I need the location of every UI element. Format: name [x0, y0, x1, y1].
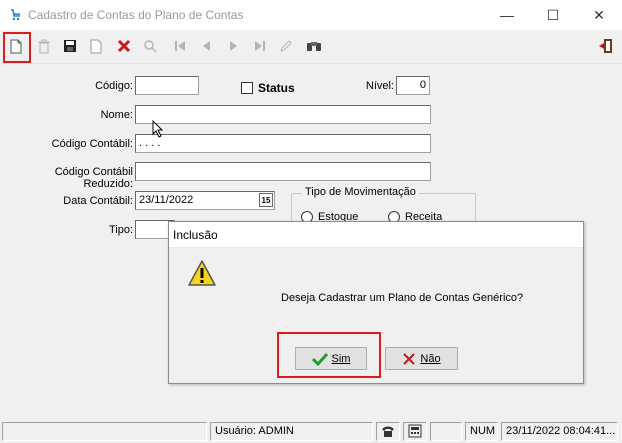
exit-button[interactable]: [596, 36, 616, 56]
yes-button-highlight: [277, 332, 381, 378]
document-icon: [90, 39, 102, 53]
tipo-label: Tipo:: [108, 224, 133, 236]
status-calculator: [403, 422, 427, 441]
search-button[interactable]: [140, 36, 160, 56]
nivel-input[interactable]: 0: [396, 76, 430, 95]
binoculars-icon: [307, 42, 321, 51]
nome-label: Nome:: [100, 109, 133, 121]
codigo-contabil-label: Código Contábil:: [51, 138, 133, 150]
next-record-button[interactable]: [224, 36, 244, 56]
status-num: NUM: [465, 422, 498, 441]
calendar-icon[interactable]: 15: [259, 193, 273, 207]
status-label: Status: [258, 81, 295, 95]
find-button[interactable]: [304, 36, 324, 56]
data-contabil-input[interactable]: 23/11/2022: [135, 191, 275, 210]
floppy-disk-icon: [64, 40, 76, 52]
no-label: Não: [420, 352, 441, 365]
maximize-button[interactable]: ☐: [530, 0, 576, 30]
data-contabil-label: Data Contábil:: [63, 195, 133, 207]
calculator-icon: [408, 424, 422, 438]
mouse-cursor-icon: [152, 120, 164, 138]
close-window-button[interactable]: ✕: [576, 0, 622, 30]
trash-icon: [38, 39, 50, 53]
exit-door-icon: [599, 39, 612, 53]
app-icon: [10, 9, 20, 21]
telephone-icon: [382, 426, 394, 437]
minimize-icon: —: [500, 7, 514, 23]
status-checkbox[interactable]: [241, 82, 253, 94]
codigo-reduzido-label: Código Contábil Reduzido:: [54, 166, 133, 190]
status-user: Usuário: ADMIN: [210, 422, 373, 441]
last-icon: [255, 41, 265, 51]
codigo-label: Código:: [95, 80, 133, 92]
search-icon: [144, 40, 157, 53]
last-record-button[interactable]: [250, 36, 270, 56]
close-icon: ✕: [593, 6, 605, 23]
cancel-button[interactable]: [114, 36, 134, 56]
pencil-icon: [280, 40, 292, 52]
x-icon: [403, 352, 416, 365]
first-icon: [175, 41, 185, 51]
minimize-button[interactable]: —: [484, 0, 530, 30]
new-button-highlight: [3, 32, 31, 63]
warning-icon: [188, 260, 216, 286]
status-panel-blank: [430, 422, 462, 441]
status-bar: Usuário: ADMIN NUM 23/11/2022 08:04:41..…: [0, 420, 622, 443]
maximize-icon: ☐: [546, 6, 560, 23]
nivel-label: Nível:: [365, 80, 394, 92]
codigo-reduzido-input[interactable]: [135, 162, 431, 181]
status-phone: [376, 422, 400, 441]
cancel-x-icon: [117, 39, 131, 53]
edit-button[interactable]: [276, 36, 296, 56]
status-datetime: 23/11/2022 08:04:41...: [501, 422, 618, 441]
first-record-button[interactable]: [170, 36, 190, 56]
data-contabil-value: 23/11/2022: [139, 194, 194, 206]
save-button[interactable]: [60, 36, 80, 56]
movimentacao-title: Tipo de Movimentação: [302, 186, 419, 198]
delete-button[interactable]: [34, 36, 54, 56]
dialog-message: Deseja Cadastrar um Plano de Contas Gené…: [281, 292, 524, 304]
title-bar: Cadastro de Contas do Plano de Contas — …: [0, 0, 622, 30]
status-panel-empty: [2, 422, 207, 441]
dialog-title: Inclusão: [169, 222, 583, 248]
previous-icon: [203, 41, 210, 51]
previous-record-button[interactable]: [196, 36, 216, 56]
copy-button[interactable]: [86, 36, 106, 56]
no-button[interactable]: Não: [385, 347, 458, 370]
toolbar: [0, 30, 622, 64]
window-title: Cadastro de Contas do Plano de Contas: [28, 8, 244, 22]
codigo-contabil-input[interactable]: . . . .: [135, 134, 431, 153]
codigo-input[interactable]: [135, 76, 199, 95]
next-icon: [230, 41, 237, 51]
nome-input[interactable]: [135, 105, 431, 124]
